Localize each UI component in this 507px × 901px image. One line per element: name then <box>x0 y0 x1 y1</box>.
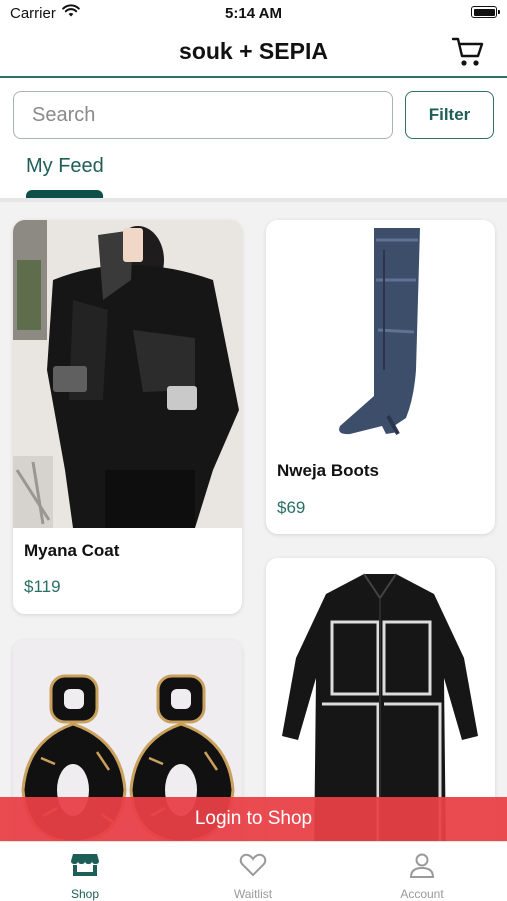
tab-shop[interactable]: Shop <box>35 852 135 901</box>
product-image <box>13 220 242 528</box>
tab-label: Shop <box>70 887 100 901</box>
product-name: Myana Coat <box>24 541 120 560</box>
product-price: $69 <box>277 498 306 517</box>
bottom-tab-bar: Shop Waitlist Account <box>0 841 507 901</box>
product-card[interactable]: Nweja Boots $69 <box>266 220 495 534</box>
app-header: souk + SEPIA <box>0 28 507 78</box>
product-card[interactable]: Myana Coat $119 <box>13 220 242 614</box>
tab-account[interactable]: Account <box>372 852 472 901</box>
clock: 5:14 AM <box>225 5 282 22</box>
product-feed[interactable]: Myana Coat $119 Nweja Boots $69 <box>0 202 507 842</box>
search-input[interactable] <box>13 91 393 139</box>
product-image <box>266 220 495 445</box>
cart-icon[interactable] <box>451 36 485 68</box>
status-bar: Carrier 5:14 AM <box>0 0 507 28</box>
product-name: Nweja Boots <box>277 461 380 480</box>
person-icon <box>409 853 435 878</box>
heart-icon <box>239 853 267 877</box>
battery-icon <box>471 6 500 18</box>
filter-button[interactable]: Filter <box>405 91 494 139</box>
tab-waitlist[interactable]: Waitlist <box>203 852 303 901</box>
app-title: souk + SEPIA <box>179 38 328 64</box>
product-price: $119 <box>24 577 61 596</box>
tab-label: Waitlist <box>233 887 273 901</box>
store-icon <box>71 854 99 876</box>
tab-label: Account <box>400 887 444 901</box>
tab-my-feed[interactable]: My Feed <box>26 155 104 178</box>
login-to-shop-banner[interactable]: Login to Shop <box>0 797 507 841</box>
